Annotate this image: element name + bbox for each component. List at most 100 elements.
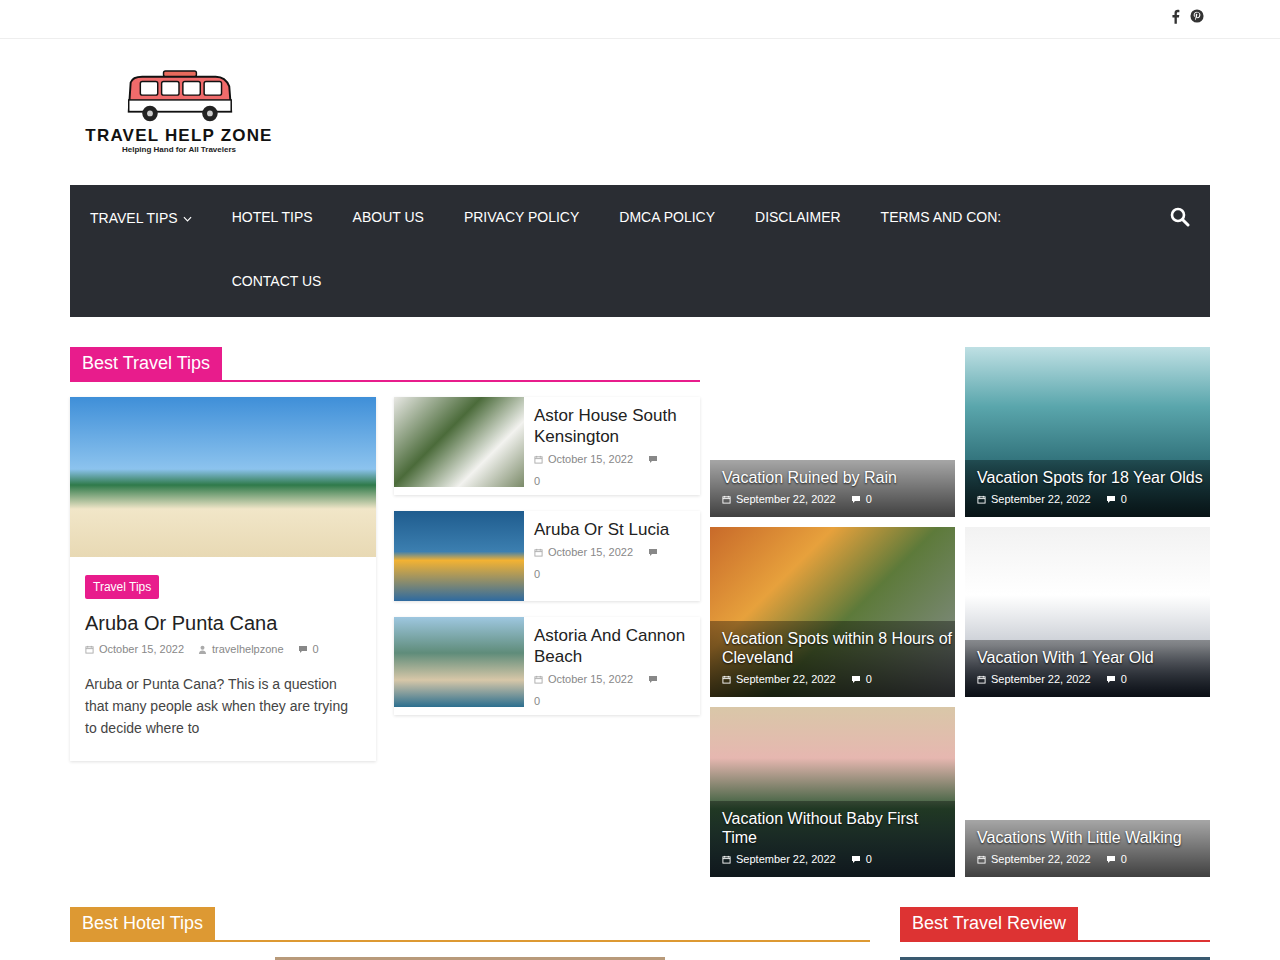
post-title[interactable]: Astoria And Cannon Beach [534,625,690,667]
post-image[interactable] [275,957,665,960]
hotel-tips-section: Best Hotel Tips [70,907,870,960]
user-icon [198,645,207,654]
facebook-icon[interactable] [1171,9,1180,24]
post-date[interactable]: October 15, 2022 [548,546,633,558]
nav-item[interactable]: PRIVACY POLICY [444,185,599,249]
nav-item[interactable]: HOTEL TIPS [212,185,333,249]
section-heading: Best Travel Tips [70,347,700,382]
post-meta: September 22, 2022 0 [722,493,955,505]
post-meta: September 22, 2022 0 [977,673,1210,685]
comment-count[interactable]: 0 [866,493,872,505]
post-tile[interactable]: Vacations With Little Walking September 2… [965,707,1210,877]
category-tag[interactable]: Travel Tips [85,575,159,599]
post-thumbnail[interactable] [394,511,524,601]
calendar-icon [722,495,731,504]
page: TRAVEL HELP ZONEHelping Hand for All Tra… [0,0,1280,960]
post-tile[interactable]: Vacation Without Baby First Time Septembe… [710,707,955,877]
post-date[interactable]: September 22, 2022 [736,853,836,865]
post-date[interactable]: October 15, 2022 [548,673,633,685]
calendar-icon [977,855,986,864]
comment-count[interactable]: 0 [866,853,872,865]
post-meta: October 15, 2022 travelhelpzone 0 [85,643,361,655]
post-tile[interactable]: Vacation Ruined by Rain September 22, 202… [710,347,955,517]
pinterest-icon[interactable] [1190,9,1204,23]
post-date[interactable]: October 15, 2022 [548,453,633,465]
post-title[interactable]: Vacation Spots within 8 Hours of Clevela… [722,629,955,667]
post-date[interactable]: September 22, 2022 [736,493,836,505]
comment-count[interactable]: 0 [534,568,669,580]
post-meta: September 22, 2022 0 [977,493,1210,505]
logo-title: TRAVEL HELP ZONE [85,127,272,145]
van-icon [121,69,237,127]
post-meta: October 15, 2022 [534,453,690,465]
calendar-icon [85,645,94,654]
post-title[interactable]: Aruba Or St Lucia [534,519,669,540]
post-card[interactable]: Aruba Or St Lucia October 15, 2022 0 [394,511,700,601]
post-date[interactable]: October 15, 2022 [99,643,184,655]
comment-icon [298,644,308,654]
top-bar [0,0,1280,39]
comment-count[interactable]: 0 [313,643,319,655]
post-meta: October 15, 2022 [534,546,669,558]
comment-icon [1106,674,1116,684]
post-title[interactable]: Aruba Or Punta Cana [85,611,361,635]
post-title[interactable]: Vacation Ruined by Rain [722,468,955,487]
post-meta: September 22, 2022 0 [977,853,1210,865]
post-title[interactable]: Astor House South Kensington [534,405,690,447]
chevron-down-icon [183,216,192,222]
travel-review-section: Best Travel Review [900,907,1210,960]
comment-icon [851,674,861,684]
comment-count[interactable]: 0 [1121,493,1127,505]
post-tile[interactable]: Vacation With 1 Year Old September 22, 20… [965,527,1210,697]
post-image[interactable] [900,957,1210,960]
post-tile[interactable]: Vacation Spots for 18 Year Olds September… [965,347,1210,517]
comment-icon [648,674,658,684]
post-thumbnail[interactable] [394,397,524,487]
post-thumbnail[interactable] [394,617,524,707]
logo[interactable]: TRAVEL HELP ZONEHelping Hand for All Tra… [72,69,286,155]
calendar-icon [534,675,543,684]
section-heading: Best Hotel Tips [70,907,870,942]
tile-grid: Vacation Ruined by Rain September 22, 202… [710,347,1210,877]
post-card[interactable]: Astoria And Cannon Beach October 15, 2022… [394,617,700,715]
post-meta: October 15, 2022 [534,673,690,685]
search-icon[interactable] [1170,207,1190,227]
comment-count[interactable]: 0 [866,673,872,685]
post-title[interactable]: Vacation Without Baby First Time [722,809,955,847]
post-author[interactable]: travelhelpzone [212,643,284,655]
post-card[interactable]: Astor House South Kensington October 15, … [394,397,700,495]
post-meta: September 22, 2022 0 [722,853,955,865]
post-image[interactable] [70,397,376,557]
featured-card[interactable]: Travel Tips Aruba Or Punta Cana October 15… [70,397,376,761]
post-title[interactable]: Vacation Spots for 18 Year Olds [977,468,1210,487]
comment-icon [1106,494,1116,504]
post-date[interactable]: September 22, 2022 [991,853,1091,865]
comment-icon [851,854,861,864]
comment-icon [851,494,861,504]
nav-item[interactable]: CONTACT US [212,249,342,313]
nav-item[interactable]: ABOUT US [333,185,444,249]
post-date[interactable]: September 22, 2022 [736,673,836,685]
main-nav: TRAVEL TIPSHOTEL TIPSABOUT USPRIVACY POL… [70,185,1210,317]
post-date[interactable]: September 22, 2022 [991,673,1091,685]
calendar-icon [977,495,986,504]
nav-item[interactable]: DISCLAIMER [735,185,861,249]
header: TRAVEL HELP ZONEHelping Hand for All Tra… [70,39,1210,185]
post-excerpt: Aruba or Punta Cana? This is a question … [85,673,361,739]
nav-item[interactable]: TRAVEL TIPS [70,185,212,251]
post-date[interactable]: September 22, 2022 [991,493,1091,505]
comment-count[interactable]: 0 [534,695,690,707]
post-title[interactable]: Vacations With Little Walking [977,828,1210,847]
post-tile[interactable]: Vacation Spots within 8 Hours of Clevela… [710,527,955,697]
calendar-icon [977,675,986,684]
nav-item[interactable]: DMCA POLICY [599,185,735,249]
comment-count[interactable]: 0 [1121,673,1127,685]
travel-tips-section: Best Travel Tips Travel Tips Aruba Or Punt… [70,347,700,877]
nav-item[interactable]: TERMS AND CON: [861,185,1022,249]
comment-icon [1106,854,1116,864]
comment-count[interactable]: 0 [1121,853,1127,865]
post-title[interactable]: Vacation With 1 Year Old [977,648,1210,667]
section-heading: Best Travel Review [900,907,1210,942]
comment-count[interactable]: 0 [534,475,690,487]
post-meta: September 22, 2022 0 [722,673,955,685]
